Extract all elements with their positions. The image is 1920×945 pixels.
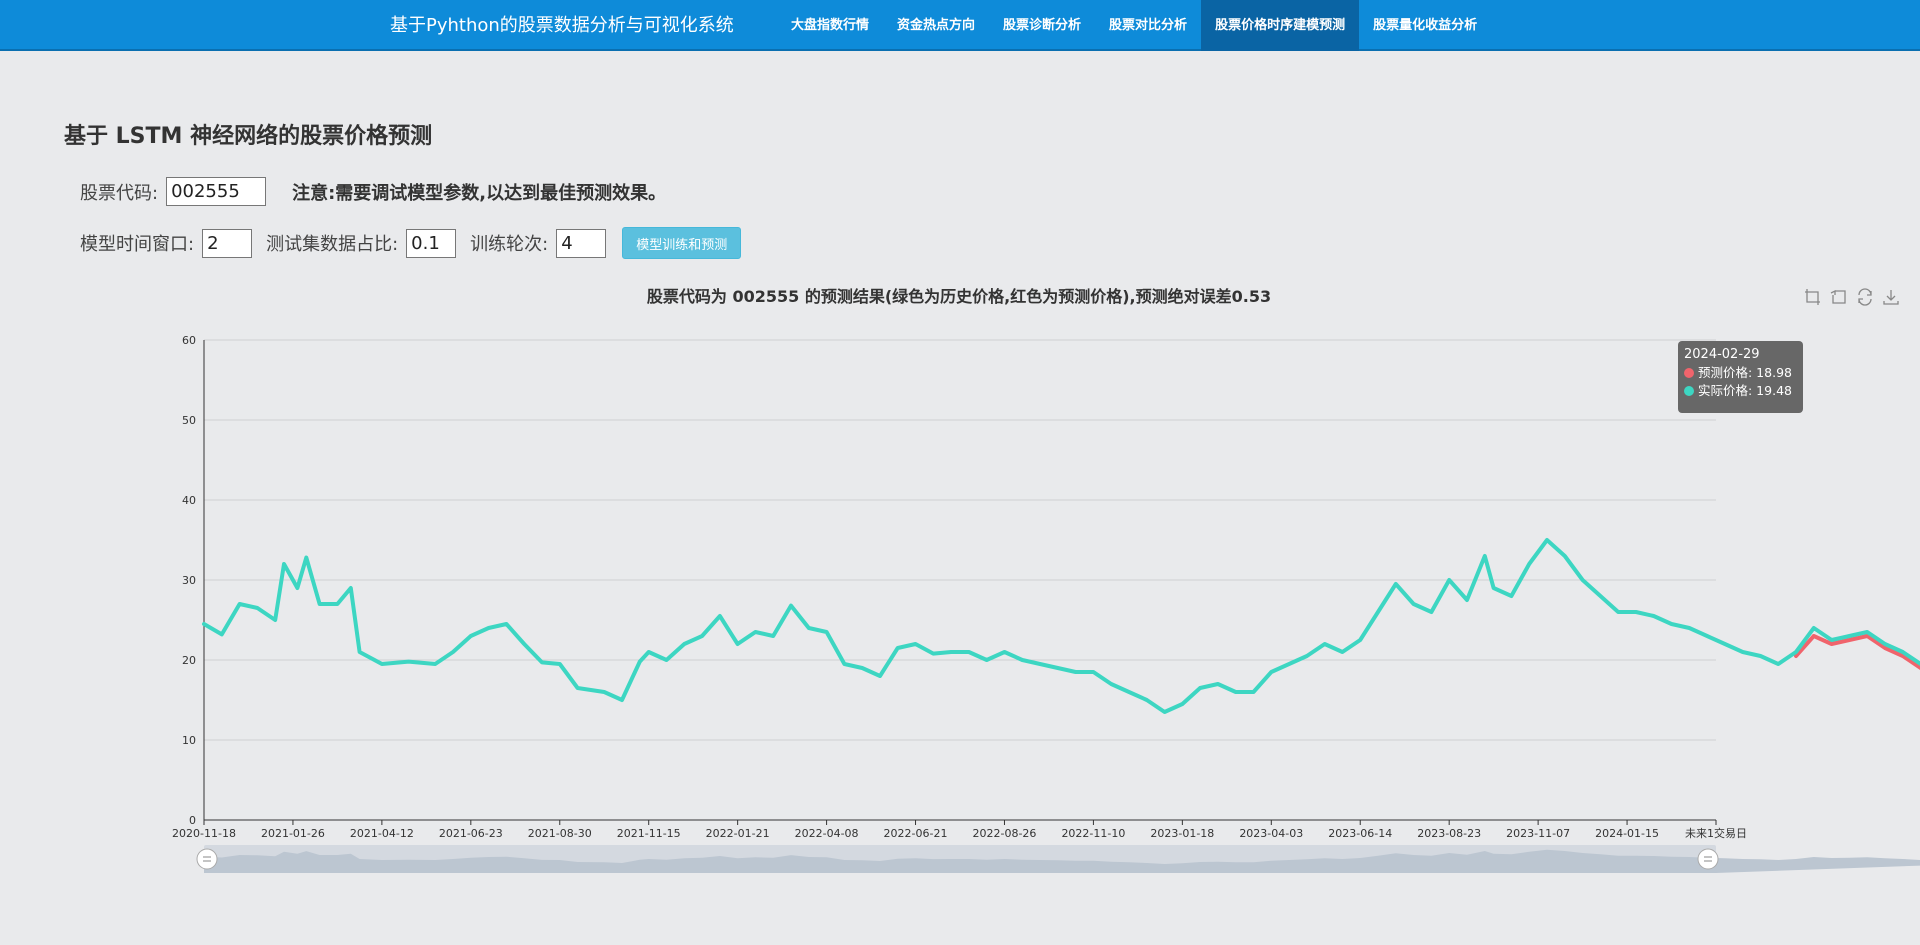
x-tick-label: 未来1交易日 [1685,826,1747,840]
x-tick-label: 2024-01-15 [1595,827,1659,840]
y-tick-label: 30 [182,574,196,587]
series-line [202,538,1920,714]
x-tick-label: 2022-11-10 [1061,827,1125,840]
y-tick-label: 10 [182,734,196,747]
x-tick-label: 2022-01-21 [706,827,770,840]
y-tick-label: 0 [189,814,196,827]
x-tick-label: 2022-06-21 [884,827,948,840]
tooltip-actual-value: 实际价格: 19.48 [1698,383,1792,398]
x-tick-label: 2023-06-14 [1328,827,1392,840]
y-tick-label: 50 [182,414,196,427]
price-prediction-chart[interactable]: 0 10 20 30 40 50 60 2020-11-18 2021-01-26 2021-04… [0,0,1920,945]
predicted-dot-icon [1684,368,1694,378]
x-tick-label: 2023-08-23 [1417,827,1481,840]
x-tick-label: 2022-08-26 [973,827,1037,840]
actual-dot-icon [1684,386,1694,396]
y-tick-label: 60 [182,334,196,347]
y-tick-label: 40 [182,494,196,507]
tooltip-predicted-row: 预测价格: 18.98 [1684,364,1797,382]
datazoom-handle [1697,848,1719,870]
x-tick-label: 2023-11-07 [1506,827,1570,840]
x-tick-label: 2021-08-30 [528,827,592,840]
x-tick-label: 2021-04-12 [350,827,414,840]
datazoom-handle [196,848,218,870]
x-tick-label: 2021-06-23 [439,827,503,840]
tooltip-predicted-value: 预测价格: 18.98 [1698,365,1792,380]
x-tick-label: 2022-04-08 [795,827,859,840]
y-tick-label: 20 [182,654,196,667]
x-tick-label: 2021-01-26 [261,827,325,840]
x-tick-label: 2023-04-03 [1239,827,1303,840]
tooltip-date: 2024-02-29 [1684,347,1760,362]
chart-tooltip: 2024-02-29 预测价格: 18.98 实际价格: 19.48 [1678,341,1803,413]
x-tick-label: 2021-11-15 [617,827,681,840]
series-line [1794,634,1920,670]
tooltip-actual-row: 实际价格: 19.48 [1684,382,1797,400]
x-tick-label: 2023-01-18 [1150,827,1214,840]
x-tick-label: 2020-11-18 [172,827,236,840]
